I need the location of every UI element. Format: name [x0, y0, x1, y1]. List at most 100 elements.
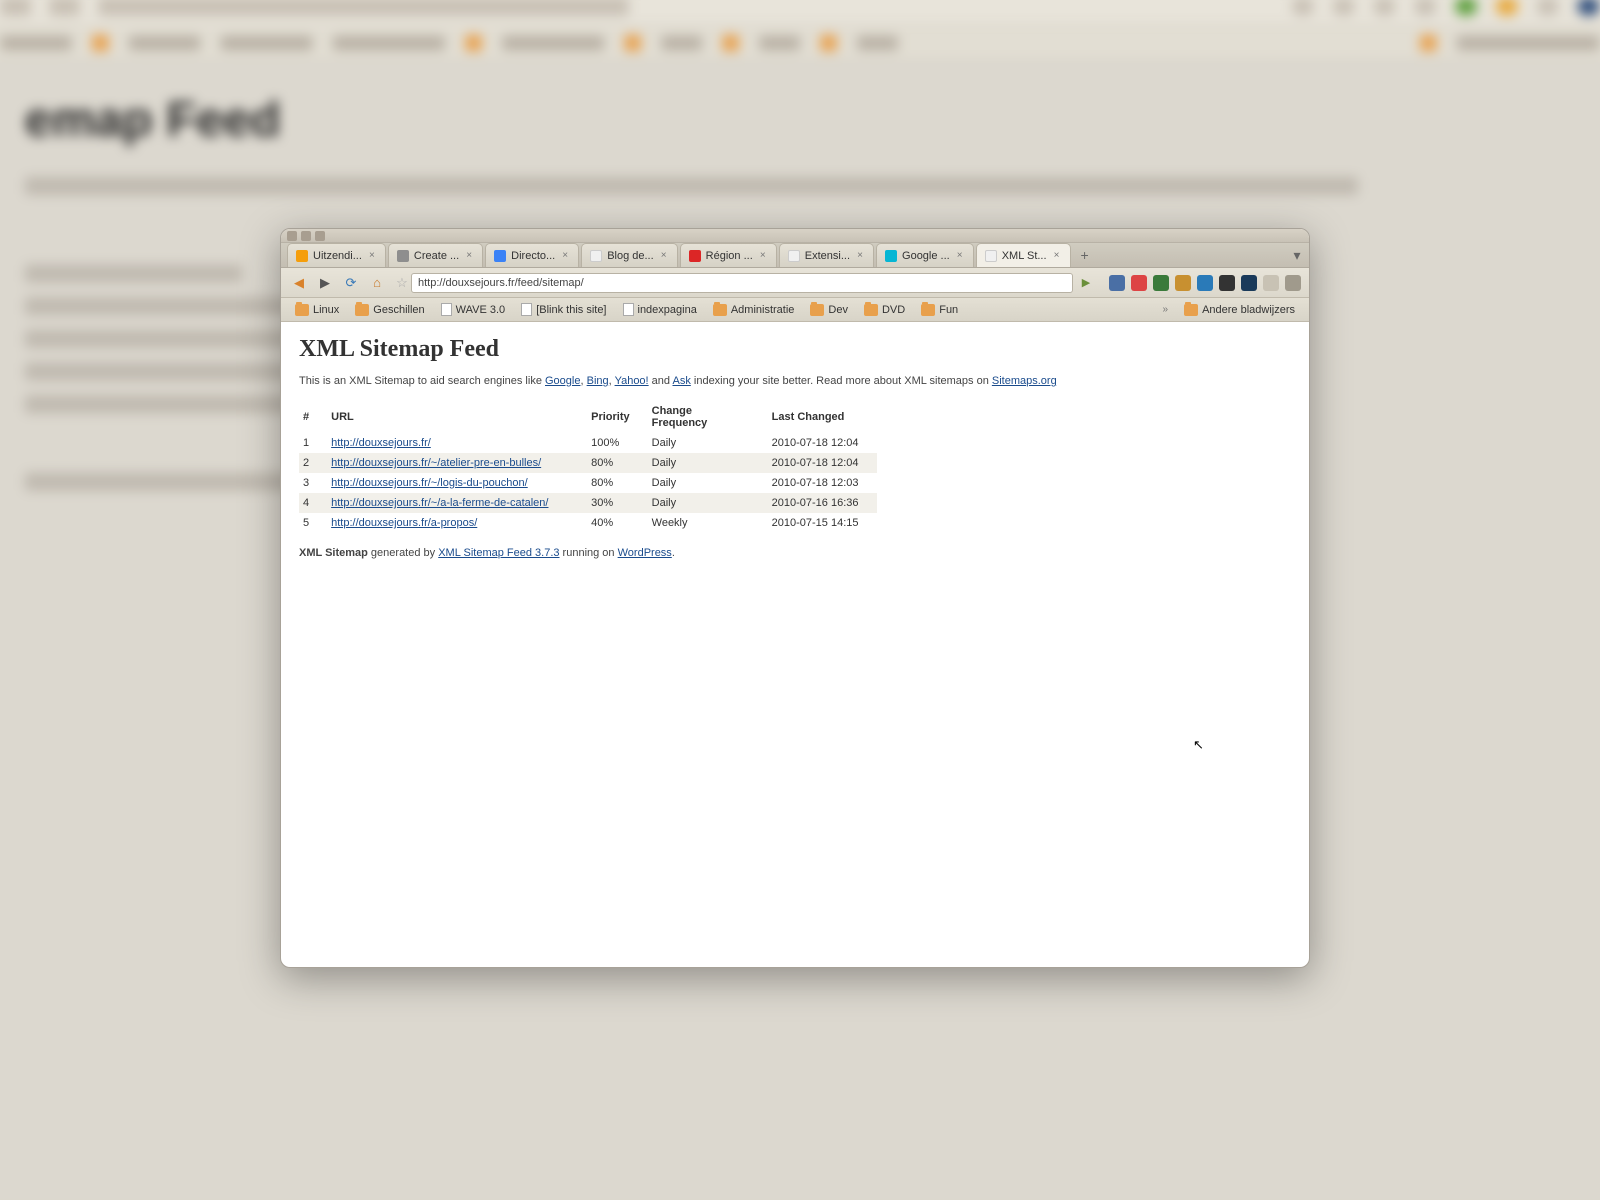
- cell-url: http://douxsejours.fr/~/atelier-pre-en-b…: [327, 453, 587, 473]
- tab-menu-button[interactable]: ▾: [1285, 243, 1309, 267]
- cell-frequency: Daily: [648, 493, 768, 513]
- bookmark-administratie[interactable]: Administratie: [707, 302, 801, 318]
- col-priority: Priority: [587, 401, 648, 433]
- go-button[interactable]: ▶: [1077, 274, 1095, 292]
- link-sitemaps[interactable]: Sitemaps.org: [992, 375, 1057, 387]
- tab-4[interactable]: Région ... ×: [680, 243, 777, 267]
- cell-priority: 100%: [587, 433, 648, 453]
- col-frequency: Change Frequency: [648, 401, 768, 433]
- cell-priority: 40%: [587, 513, 648, 533]
- favicon-icon: [397, 250, 409, 262]
- link-plugin[interactable]: XML Sitemap Feed 3.7.3: [438, 547, 559, 559]
- page-icon: [623, 303, 634, 316]
- cell-priority: 80%: [587, 473, 648, 493]
- cell-frequency: Daily: [648, 453, 768, 473]
- close-icon[interactable]: ×: [955, 251, 965, 261]
- page-icon: [441, 303, 452, 316]
- new-tab-button[interactable]: +: [1073, 243, 1097, 267]
- cell-number: 3: [299, 473, 327, 493]
- cell-number: 1: [299, 433, 327, 453]
- tab-7[interactable]: XML St...×: [976, 243, 1071, 267]
- bookmark-indexpagina[interactable]: indexpagina: [617, 301, 703, 318]
- table-row: 5http://douxsejours.fr/a-propos/40%Weekl…: [299, 513, 877, 533]
- bookmark-fun[interactable]: Fun: [915, 302, 964, 318]
- page-menu-icon[interactable]: [1263, 275, 1279, 291]
- favicon-icon: [689, 250, 701, 262]
- close-icon[interactable]: ×: [560, 251, 570, 261]
- sitemap-link[interactable]: http://douxsejours.fr/~/logis-du-pouchon…: [331, 477, 528, 489]
- link-yahoo[interactable]: Yahoo!: [615, 375, 649, 387]
- bookmark-linux[interactable]: Linux: [289, 302, 345, 318]
- link-bing[interactable]: Bing: [587, 375, 609, 387]
- cell-changed: 2010-07-18 12:04: [768, 453, 877, 473]
- tab-label: Create ...: [414, 250, 459, 262]
- tab-1[interactable]: Create ... ×: [388, 243, 483, 267]
- extension-icon[interactable]: [1175, 275, 1191, 291]
- table-row: 1http://douxsejours.fr/100%Daily2010-07-…: [299, 433, 877, 453]
- table-row: 4http://douxsejours.fr/~/a-la-ferme-de-c…: [299, 493, 877, 513]
- cell-url: http://douxsejours.fr/a-propos/: [327, 513, 587, 533]
- folder-icon: [355, 304, 369, 316]
- close-icon[interactable]: ×: [367, 251, 377, 261]
- close-icon[interactable]: ×: [758, 251, 768, 261]
- tab-2[interactable]: Directo...×: [485, 243, 579, 267]
- wrench-menu-icon[interactable]: [1285, 275, 1301, 291]
- window-titlebar[interactable]: [281, 229, 1309, 243]
- bookmark-overflow-icon[interactable]: »: [1157, 304, 1175, 315]
- sitemap-link[interactable]: http://douxsejours.fr/a-propos/: [331, 517, 477, 529]
- tab-6[interactable]: Google ...×: [876, 243, 974, 267]
- cell-changed: 2010-07-18 12:03: [768, 473, 877, 493]
- sitemap-link[interactable]: http://douxsejours.fr/~/a-la-ferme-de-ca…: [331, 497, 548, 509]
- bookmark-dvd[interactable]: DVD: [858, 302, 911, 318]
- extension-icon[interactable]: [1153, 275, 1169, 291]
- back-button[interactable]: ◀: [289, 273, 309, 293]
- extension-icon[interactable]: [1219, 275, 1235, 291]
- folder-icon: [295, 304, 309, 316]
- cell-frequency: Daily: [648, 433, 768, 453]
- link-google[interactable]: Google: [545, 375, 580, 387]
- folder-icon: [921, 304, 935, 316]
- cell-url: http://douxsejours.fr/~/a-la-ferme-de-ca…: [327, 493, 587, 513]
- link-wordpress[interactable]: WordPress: [618, 547, 672, 559]
- cell-number: 5: [299, 513, 327, 533]
- bookmark-wave-3-0[interactable]: WAVE 3.0: [435, 301, 512, 318]
- close-icon[interactable]: ×: [855, 251, 865, 261]
- page-footer: XML Sitemap generated by XML Sitemap Fee…: [299, 547, 1291, 559]
- close-icon[interactable]: ×: [659, 251, 669, 261]
- tab-strip: Uitzendi...×Create ...×Directo...×Blog d…: [281, 243, 1309, 268]
- cell-frequency: Daily: [648, 473, 768, 493]
- forward-button[interactable]: ▶: [315, 273, 335, 293]
- bookmark--blink-this-site-[interactable]: [Blink this site]: [515, 301, 612, 318]
- table-row: 2http://douxsejours.fr/~/atelier-pre-en-…: [299, 453, 877, 473]
- bg-heading: emap Feed: [25, 92, 1575, 148]
- cell-url: http://douxsejours.fr/: [327, 433, 587, 453]
- other-bookmarks[interactable]: Andere bladwijzers: [1178, 302, 1301, 318]
- page-title: XML Sitemap Feed: [299, 336, 1291, 363]
- page-icon: [521, 303, 532, 316]
- extension-icon[interactable]: [1241, 275, 1257, 291]
- cell-changed: 2010-07-15 14:15: [768, 513, 877, 533]
- extension-icon[interactable]: [1131, 275, 1147, 291]
- favicon-icon: [494, 250, 506, 262]
- bookmark-star-icon[interactable]: ☆: [393, 274, 411, 292]
- link-ask[interactable]: Ask: [672, 375, 690, 387]
- sitemap-link[interactable]: http://douxsejours.fr/: [331, 437, 431, 449]
- extension-icon[interactable]: [1197, 275, 1213, 291]
- bookmark-label: Andere bladwijzers: [1202, 304, 1295, 316]
- close-icon[interactable]: ×: [464, 251, 474, 261]
- sitemap-link[interactable]: http://douxsejours.fr/~/atelier-pre-en-b…: [331, 457, 541, 469]
- favicon-icon: [885, 250, 897, 262]
- sitemap-table: # URL Priority Change Frequency Last Cha…: [299, 401, 877, 533]
- url-bar[interactable]: http://douxsejours.fr/feed/sitemap/: [411, 273, 1073, 293]
- tab-0[interactable]: Uitzendi...×: [287, 243, 386, 267]
- close-icon[interactable]: ×: [1052, 251, 1062, 261]
- bookmark-geschillen[interactable]: Geschillen: [349, 302, 430, 318]
- home-button[interactable]: ⌂: [367, 273, 387, 293]
- tab-5[interactable]: Extensi...×: [779, 243, 874, 267]
- tab-3[interactable]: Blog de...×: [581, 243, 677, 267]
- reload-button[interactable]: ⟳: [341, 273, 361, 293]
- tab-label: Région ...: [706, 250, 753, 262]
- nav-toolbar: ◀ ▶ ⟳ ⌂ ☆ http://douxsejours.fr/feed/sit…: [281, 268, 1309, 298]
- extension-icon[interactable]: [1109, 275, 1125, 291]
- bookmark-dev[interactable]: Dev: [804, 302, 854, 318]
